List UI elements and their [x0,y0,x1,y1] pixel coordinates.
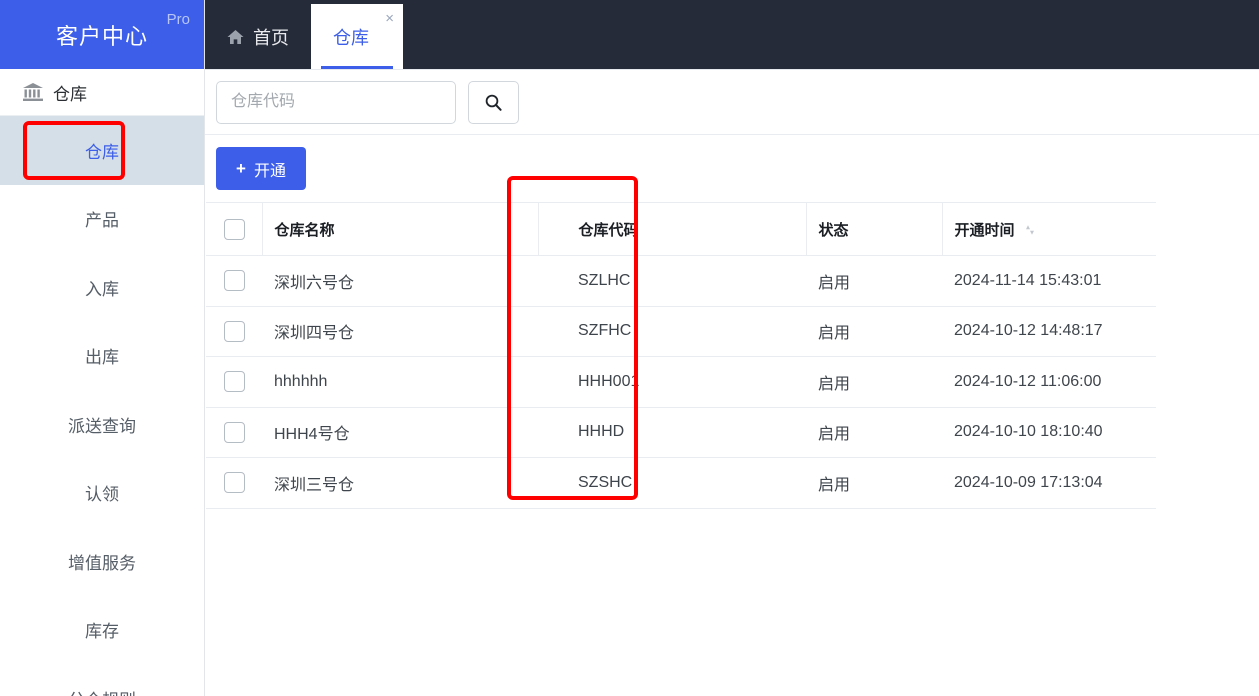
cell-warehouse-code: HHH001 [538,356,806,408]
row-select-cell [206,356,262,408]
sidebar-item-label: 库存 [85,622,119,642]
table-column-select-all [206,202,262,256]
sidebar-item-value-added-service[interactable]: 增值服务 [0,527,204,596]
row-select-cell [206,255,262,307]
cell-warehouse-code: SZLHC [538,255,806,307]
row-checkbox[interactable] [224,472,245,494]
warehouse-table-container: 仓库名称 仓库代码 状态 开通时间 深圳六号仓 SZLHC 启用 2024-11… [205,202,1259,696]
sidebar-item-claim[interactable]: 认领 [0,459,204,528]
tab-warehouse[interactable]: 仓库 × [311,4,403,69]
table-column-warehouse-name[interactable]: 仓库名称 [261,202,538,256]
row-checkbox[interactable] [224,320,245,342]
column-header-label: 状态 [818,221,849,239]
plus-icon: + [236,159,246,178]
column-header-label: 开通时间 [954,221,1015,239]
sidebar-menu: 仓库 产品 入库 出库 派送查询 认领 增值服务 库存 [0,116,204,696]
cell-status: 启用 [806,356,942,408]
cell-open-time: 2024-10-09 17:13:04 [942,457,1156,509]
warehouse-table: 仓库名称 仓库代码 状态 开通时间 深圳六号仓 SZLHC 启用 2024-11… [206,202,1156,509]
sidebar-item-stock[interactable]: 库存 [0,596,204,665]
cell-warehouse-name: HHH4号仓 [262,406,538,458]
bank-icon [22,82,44,102]
cell-open-time: 2024-11-14 15:43:01 [942,255,1156,307]
create-warehouse-button[interactable]: + 开通 [216,147,306,190]
tab-bar: 首页 仓库 × [205,0,1259,69]
sidebar-item-label: 增值服务 [68,553,136,573]
table-body: 深圳六号仓 SZLHC 启用 2024-11-14 15:43:01 深圳四号仓… [206,255,1156,509]
search-input[interactable] [216,80,456,124]
brand-header: 客户中心 Pro [0,0,204,69]
search-icon [485,94,502,111]
cell-open-time: 2024-10-10 18:10:40 [942,406,1156,458]
sidebar-item-product[interactable]: 产品 [0,185,204,254]
column-header-label: 仓库名称 [274,221,335,239]
cell-status: 启用 [806,305,942,357]
sidebar-item-label: 分仓规则 [68,686,136,696]
cell-status: 启用 [806,255,942,307]
cell-warehouse-code: SZSHC [538,457,806,509]
brand-title: 客户中心 [55,23,148,49]
row-select-cell [206,406,262,458]
page-content: + 开通 仓库名称 [205,69,1259,696]
table-column-status[interactable]: 状态 [805,202,942,256]
table-row[interactable]: hhhhhh HHH001 启用 2024-10-12 11:06:00 [206,356,1156,408]
home-icon [227,29,244,45]
table-column-open-time[interactable]: 开通时间 [941,202,1156,256]
cell-warehouse-name: hhhhhh [262,356,538,408]
search-button[interactable] [468,80,519,124]
pro-badge: Pro [166,11,190,28]
cell-status: 启用 [806,457,942,509]
close-icon[interactable]: × [385,11,394,26]
row-checkbox[interactable] [224,270,245,292]
sidebar-item-label: 派送查询 [68,416,136,436]
tab-label: 仓库 [333,27,369,48]
table-row[interactable]: 深圳六号仓 SZLHC 启用 2024-11-14 15:43:01 [206,255,1156,307]
cell-warehouse-name: 深圳三号仓 [262,457,538,509]
sidebar-item-delivery-query[interactable]: 派送查询 [0,390,204,459]
sidebar-item-label: 仓库 [85,142,119,162]
sidebar-item-label: 入库 [85,279,119,299]
cell-warehouse-name: 深圳六号仓 [262,255,538,307]
sidebar-item-split-warehouse-rule[interactable]: 分仓规则 [0,664,204,696]
table-head: 仓库名称 仓库代码 状态 开通时间 [206,202,1156,256]
sidebar-group-warehouse: 仓库 [0,69,204,116]
row-select-cell [206,305,262,357]
row-checkbox[interactable] [224,371,245,393]
cell-warehouse-code: HHHD [538,406,806,458]
cell-open-time: 2024-10-12 11:06:00 [942,356,1156,408]
sidebar-group-label: 仓库 [53,84,87,104]
select-all-checkbox[interactable] [224,218,245,240]
table-column-warehouse-code[interactable]: 仓库代码 [537,202,806,256]
sidebar-item-label: 认领 [85,485,119,505]
column-header-label: 仓库代码 [578,221,639,239]
cell-warehouse-name: 深圳四号仓 [262,305,538,357]
action-bar: + 开通 [205,135,1259,202]
table-row[interactable]: 深圳四号仓 SZFHC 启用 2024-10-12 14:48:17 [206,305,1156,357]
tab-home[interactable]: 首页 [205,4,311,69]
table-row[interactable]: HHH4号仓 HHHD 启用 2024-10-10 18:10:40 [206,406,1156,458]
sidebar-item-warehouse[interactable]: 仓库 [0,116,204,185]
row-checkbox[interactable] [224,421,245,443]
tab-label: 首页 [253,27,289,48]
sidebar-item-label: 产品 [85,211,119,231]
sidebar-item-inbound[interactable]: 入库 [0,253,204,322]
search-bar [205,70,1259,135]
sort-updown-icon[interactable] [1025,223,1035,235]
app-root: 客户中心 Pro 仓库 仓库 产品 入库 出库 派送查询 认领 增值服务 库存 … [0,0,1259,696]
table-row[interactable]: 深圳三号仓 SZSHC 启用 2024-10-09 17:13:04 [206,457,1156,509]
main-area: 首页 仓库 × 仓库代码 + 开通 仓库名称 仓库代码 状态 开通时间 深圳六号… [205,0,1259,696]
sidebar-item-outbound[interactable]: 出库 [0,322,204,391]
cell-open-time: 2024-10-12 14:48:17 [942,305,1156,357]
row-select-cell [206,457,262,509]
create-warehouse-label: 开通 [253,162,286,180]
sidebar-item-label: 出库 [85,348,119,368]
cell-warehouse-code: SZFHC [538,305,806,357]
cell-status: 启用 [806,406,942,458]
table-header-row: 仓库名称 仓库代码 状态 开通时间 [206,202,1156,256]
sidebar: 客户中心 Pro 仓库 仓库 产品 入库 出库 派送查询 认领 增值服务 库存 [0,0,205,696]
